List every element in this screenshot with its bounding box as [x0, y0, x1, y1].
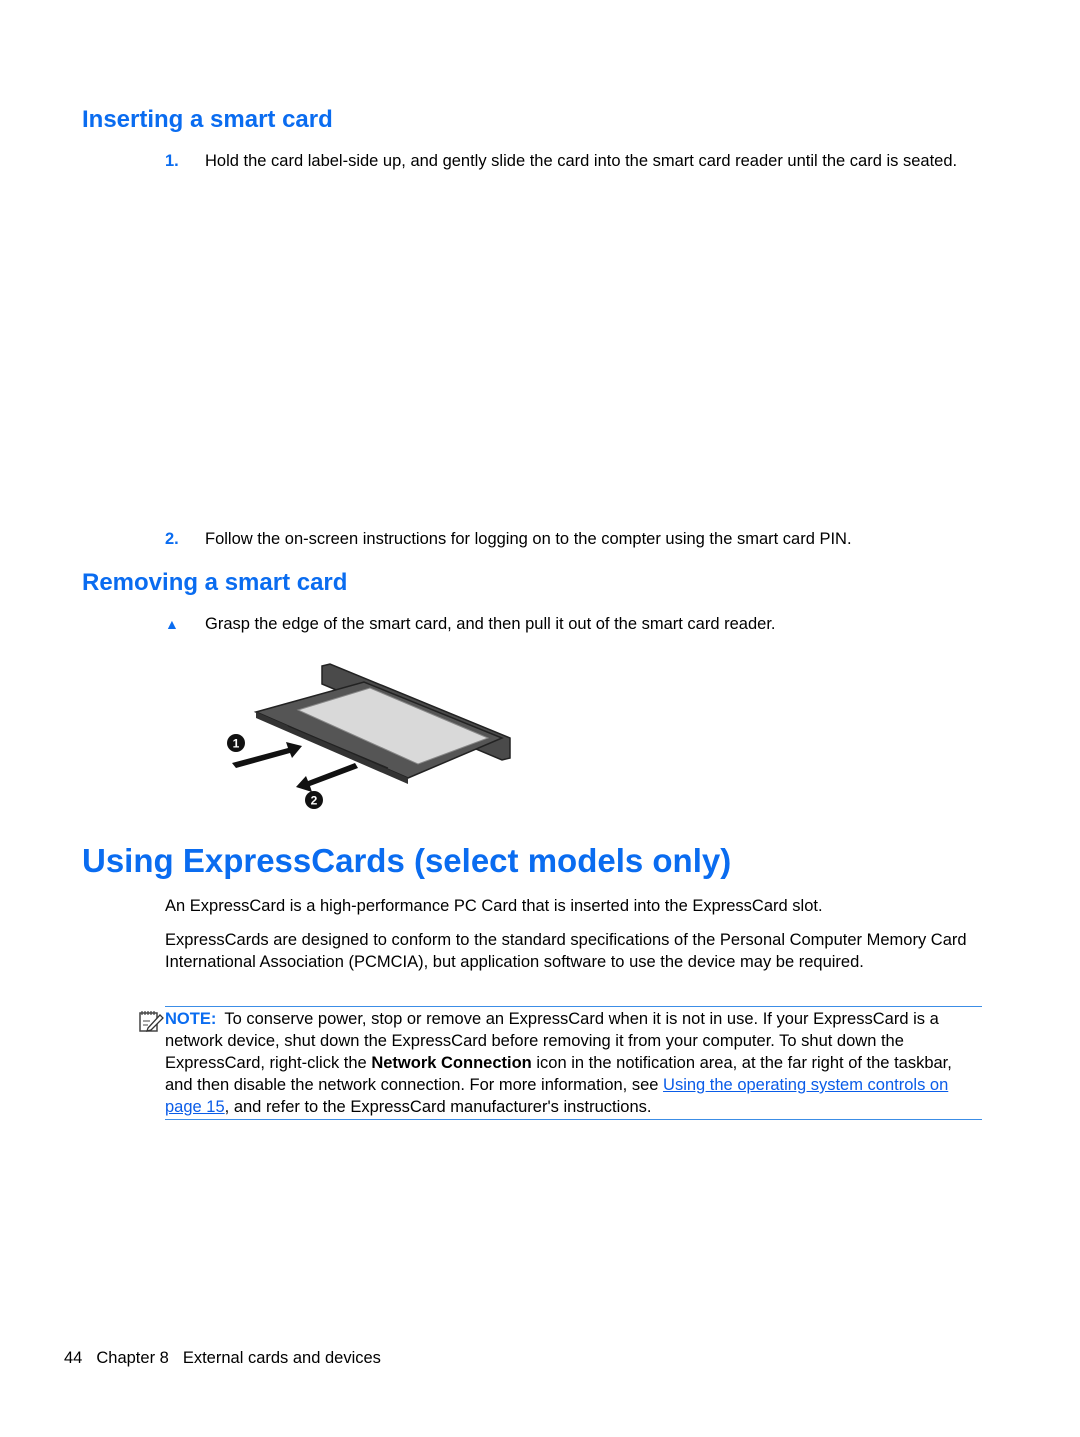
note-callout: NOTE: To conserve power, stop or remove a… [165, 1006, 982, 1120]
page-number: 44 [64, 1349, 83, 1367]
step-number: 2. [165, 530, 179, 548]
page-footer: 44 Chapter 8 External cards and devices [64, 1349, 395, 1368]
note-pencil-icon [139, 1011, 164, 1032]
paragraph-expresscard-intro: An ExpressCard is a high-performance PC … [165, 897, 823, 915]
step-number: 1. [165, 152, 179, 170]
step-text: Follow the on-screen instructions for lo… [205, 530, 852, 548]
smart-card-removal-illustration: 1 2 [227, 663, 511, 809]
step-text: Grasp the edge of the smart card, and th… [205, 615, 776, 633]
heading-removing-smart-card: Removing a smart card [82, 569, 348, 596]
note-bold-network-connection: Network Connection [371, 1054, 532, 1072]
triangle-up-icon: ▲ [165, 616, 179, 632]
chapter-number: Chapter 8 [96, 1349, 169, 1367]
note-label: NOTE: [165, 1010, 217, 1028]
chapter-title: External cards and devices [182, 1349, 381, 1367]
step-1: 1. Hold the card label-side up, and gent… [165, 150, 985, 172]
step-text: Hold the card label-side up, and gently … [205, 152, 958, 170]
note-text: , and refer to the ExpressCard manufactu… [224, 1098, 652, 1116]
heading-inserting-smart-card: Inserting a smart card [82, 106, 333, 133]
arrow-remove [296, 763, 358, 792]
step-2: 2. Follow the on-screen instructions for… [165, 528, 985, 550]
callout-1-label: 1 [233, 737, 240, 751]
callout-2-label: 2 [311, 794, 318, 808]
removal-step: ▲ Grasp the edge of the smart card, and … [165, 613, 985, 635]
paragraph-expresscard-pcmcia: ExpressCards are designed to conform to … [165, 931, 967, 971]
heading-using-expresscards: Using ExpressCards (select models only) [82, 842, 732, 879]
